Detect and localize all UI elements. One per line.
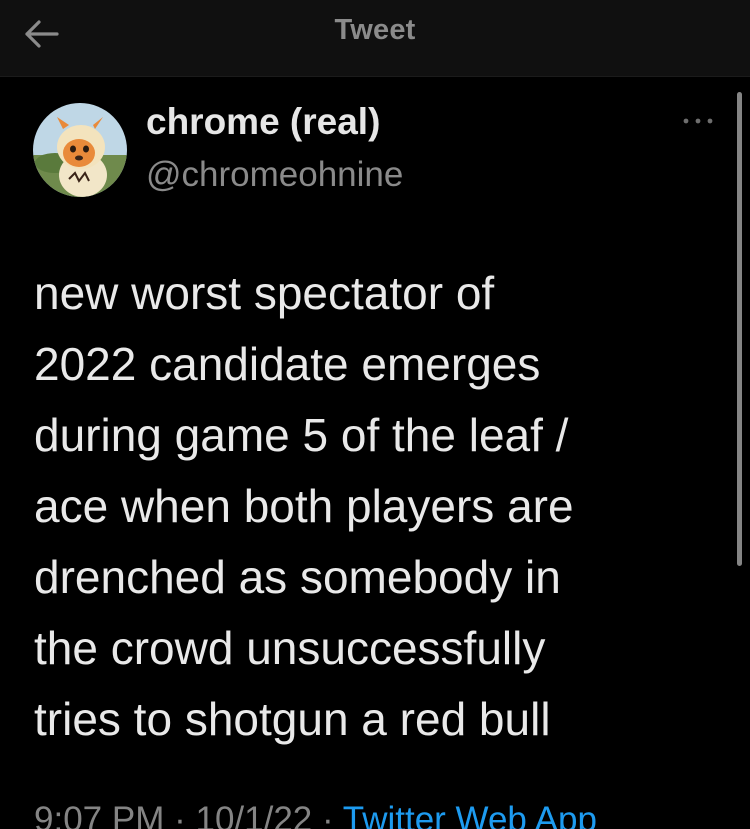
avatar[interactable] xyxy=(33,103,127,197)
more-options-button[interactable] xyxy=(676,106,720,136)
tweet-source-link[interactable]: Twitter Web App xyxy=(343,800,597,829)
tweet-text-line: during game 5 of the leaf / xyxy=(34,409,569,461)
top-bar: Tweet xyxy=(0,0,750,76)
meta-separator: · xyxy=(322,800,334,829)
tweet-text-line: tries to shotgun a red bull xyxy=(34,693,551,745)
more-options-icon xyxy=(683,118,713,124)
tweet-text-line: ace when both players are xyxy=(34,480,574,532)
tweet-date[interactable]: 10/1/22 xyxy=(195,800,312,829)
tweet-time: 9:07 PM xyxy=(34,800,165,829)
tweet-text-line: new worst spectator of xyxy=(34,267,495,319)
tweet-text-line: the crowd unsuccessfully xyxy=(34,622,546,674)
page-title: Tweet xyxy=(334,14,416,46)
author-display-name[interactable]: chrome (real) xyxy=(146,101,380,143)
tweet-text-line: 2022 candidate emerges xyxy=(34,338,541,390)
header-divider xyxy=(0,76,750,77)
avatar-image xyxy=(33,103,127,197)
meta-separator: · xyxy=(174,800,186,829)
scrollbar[interactable] xyxy=(737,92,742,566)
tweet-text-line: drenched as somebody in xyxy=(34,551,561,603)
tweet-page: Tweet chrome (real) @chromeohnine new wo… xyxy=(0,0,750,829)
tweet-text: new worst spectator of 2022 candidate em… xyxy=(34,258,724,755)
author-handle[interactable]: @chromeohnine xyxy=(146,155,403,195)
tweet-meta: 9:07 PM · 10/1/22 · Twitter Web App xyxy=(34,800,597,829)
